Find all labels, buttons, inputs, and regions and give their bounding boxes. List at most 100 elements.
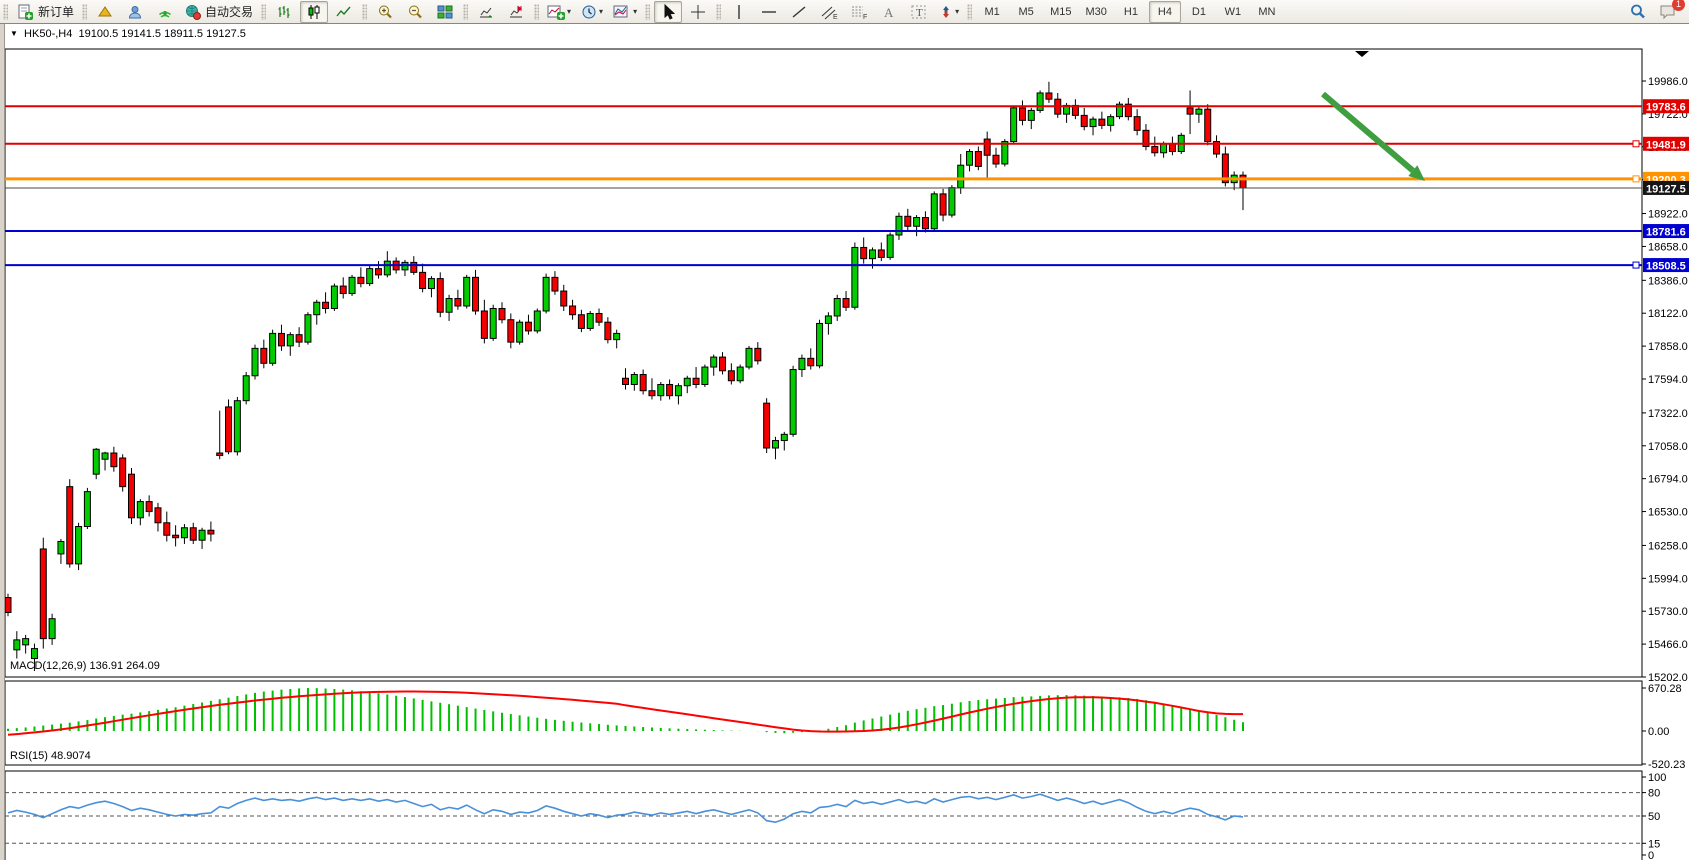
toolbar-grip [362, 4, 367, 20]
candle [243, 372, 249, 404]
candle [252, 345, 258, 380]
svg-text:0.00: 0.00 [1648, 726, 1669, 738]
auto-scroll-button[interactable] [472, 1, 500, 23]
svg-text:A: A [884, 5, 894, 20]
horizontal-line-button[interactable] [755, 1, 783, 23]
crosshair-button[interactable] [684, 1, 712, 23]
tf-button-m15[interactable]: M15 [1044, 1, 1077, 23]
fibonacci-icon: F [850, 4, 868, 20]
indicators-dropdown-caret[interactable]: ▾ [567, 7, 571, 16]
templates-icon [613, 4, 631, 20]
autotrading-button[interactable]: 自动交易 [181, 1, 257, 23]
svg-text:16794.0: 16794.0 [1648, 474, 1688, 486]
svg-text:18508.5: 18508.5 [1646, 261, 1686, 273]
periods-dropdown-caret[interactable]: ▾ [599, 7, 603, 16]
toolbar-right-group: 1 [1623, 1, 1683, 23]
clock-icon [581, 4, 597, 20]
candle [349, 275, 355, 296]
candle [1011, 105, 1017, 144]
chart-candles-button[interactable] [300, 1, 328, 23]
macd-indicator-label: MACD(12,26,9) 136.91 264.09 [10, 660, 160, 672]
candle [587, 311, 593, 331]
candle [931, 191, 937, 231]
community-button[interactable] [121, 1, 149, 23]
autotrading-label: 自动交易 [205, 3, 253, 20]
fibonacci-button[interactable]: F [845, 1, 873, 23]
tf-button-w1[interactable]: W1 [1217, 1, 1249, 23]
svg-text:0: 0 [1648, 850, 1654, 860]
line-handle[interactable] [1633, 176, 1639, 182]
candle [490, 305, 496, 341]
chart-canvas[interactable]: 19986.019722.019458.019194.018922.018658… [0, 24, 1689, 860]
candle [737, 365, 743, 384]
tf-button-h4[interactable]: H4 [1149, 1, 1181, 23]
tf-button-m1[interactable]: M1 [976, 1, 1008, 23]
svg-text:17594.0: 17594.0 [1648, 374, 1688, 386]
toolbar-grip [3, 4, 8, 20]
timeframe-group: M1M5M15M30H1H4D1W1MN [975, 1, 1284, 23]
search-button[interactable] [1624, 1, 1652, 23]
chart-line-button[interactable] [330, 1, 358, 23]
candle [67, 479, 73, 567]
rsi-indicator-label: RSI(15) 48.9074 [10, 750, 91, 762]
chart-shift-button[interactable] [502, 1, 530, 23]
trendline-button[interactable] [785, 1, 813, 23]
candle [464, 275, 470, 309]
indicators-button[interactable]: ▾ [543, 1, 575, 23]
arrows-button[interactable]: ▾ [935, 1, 963, 23]
candle [1205, 104, 1211, 145]
mql-button[interactable] [91, 1, 119, 23]
auto-scroll-icon [478, 4, 495, 20]
horizontal-line-icon [761, 4, 777, 20]
chart-candles-icon [306, 4, 322, 20]
svg-text:16258.0: 16258.0 [1648, 540, 1688, 552]
cursor-button[interactable] [654, 1, 682, 23]
tf-button-h1[interactable]: H1 [1115, 1, 1147, 23]
candle [305, 312, 311, 344]
tf-button-m5[interactable]: M5 [1010, 1, 1042, 23]
line-handle[interactable] [1633, 141, 1639, 147]
vertical-line-button[interactable] [725, 1, 753, 23]
svg-text:18658.0: 18658.0 [1648, 241, 1688, 253]
mql-icon [97, 4, 113, 20]
arrows-dropdown-caret[interactable]: ▾ [955, 7, 959, 16]
notifications-button[interactable]: 1 [1654, 1, 1682, 23]
new-order-button[interactable]: 新订单 [12, 1, 78, 23]
cursor-icon [661, 4, 675, 20]
tile-windows-button[interactable] [431, 1, 459, 23]
autotrading-icon [185, 4, 201, 20]
periods-button[interactable]: ▾ [577, 1, 607, 23]
line-handle[interactable] [1633, 262, 1639, 268]
text-label-button[interactable]: T [905, 1, 933, 23]
signals-button[interactable] [151, 1, 179, 23]
candle [1037, 90, 1043, 112]
chart-dropdown-icon[interactable]: ▼ [10, 29, 18, 38]
svg-text:19481.9: 19481.9 [1646, 139, 1686, 151]
toolbar-grip [967, 4, 972, 20]
svg-text:15: 15 [1648, 838, 1660, 850]
candle [764, 398, 770, 453]
zoom-out-button[interactable] [401, 1, 429, 23]
zoom-in-button[interactable] [371, 1, 399, 23]
text-label-icon: T [910, 4, 928, 20]
svg-text:17322.0: 17322.0 [1648, 408, 1688, 420]
tf-button-d1[interactable]: D1 [1183, 1, 1215, 23]
svg-text:F: F [863, 14, 867, 20]
chart-bars-button[interactable] [270, 1, 298, 23]
chart-shift-icon [508, 4, 525, 20]
zoom-in-icon [377, 4, 394, 20]
templates-dropdown-caret[interactable]: ▾ [633, 7, 637, 16]
candle [5, 594, 11, 616]
templates-button[interactable]: ▾ [609, 1, 641, 23]
candle [84, 488, 90, 529]
chart-title: ▼ HK50-,H4 19100.5 19141.5 18911.5 19127… [10, 28, 246, 40]
chart-line-icon [336, 4, 352, 20]
candle [817, 320, 823, 369]
channel-button[interactable]: E [815, 1, 843, 23]
tile-windows-icon [437, 4, 453, 20]
signals-icon [157, 4, 173, 20]
text-button[interactable]: A [875, 1, 903, 23]
candle [331, 284, 337, 311]
tf-button-m30[interactable]: M30 [1080, 1, 1113, 23]
tf-button-mn[interactable]: MN [1251, 1, 1283, 23]
